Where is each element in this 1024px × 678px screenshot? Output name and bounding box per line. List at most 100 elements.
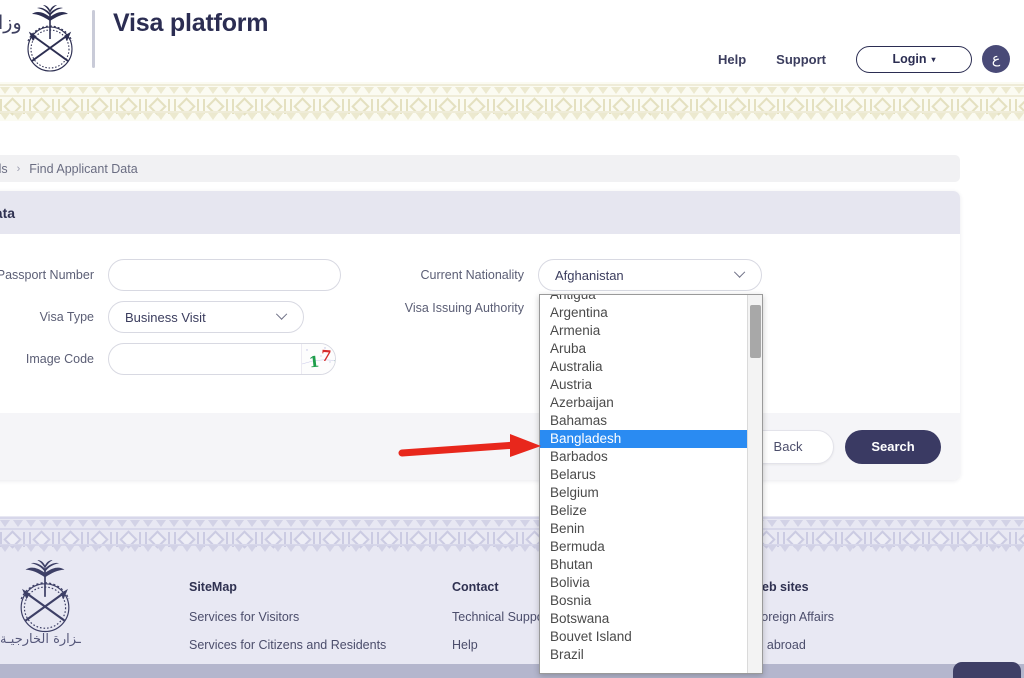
ornament-triangle <box>1001 113 1011 120</box>
ornament-triangle <box>0 520 10 527</box>
ornament-triangle <box>156 87 166 94</box>
ornament-triangle <box>195 113 205 120</box>
dropdown-option[interactable]: Austria <box>540 376 747 394</box>
ornament-triangle <box>338 545 348 552</box>
ornament-triangle <box>312 87 322 94</box>
ornament-triangle <box>416 113 426 120</box>
help-link[interactable]: Help <box>718 52 746 67</box>
dropdown-option[interactable]: Bouvet Island <box>540 628 747 646</box>
dropdown-option[interactable]: Bahamas <box>540 412 747 430</box>
current-nationality-select[interactable]: Afghanistan <box>538 259 762 291</box>
nationality-dropdown-list[interactable]: Antigua Argentina Armenia Aruba Australia Aus… <box>539 294 763 674</box>
dropdown-option[interactable]: Australia <box>540 358 747 376</box>
ornament-triangle <box>403 87 413 94</box>
ornament-triangle <box>962 545 972 552</box>
dropdown-option[interactable]: Bermuda <box>540 538 747 556</box>
chat-widget-button[interactable] <box>953 662 1021 678</box>
ornament-triangle <box>312 520 322 527</box>
ornament-triangle <box>39 113 49 120</box>
ornament-triangle <box>806 520 816 527</box>
ornament-triangle <box>949 87 959 94</box>
footer-link[interactable]: Services for Visitors <box>189 610 386 624</box>
ornament-triangles-bottom <box>0 520 1024 527</box>
breadcrumb-parent[interactable]: ndividuals <box>0 162 8 176</box>
ornament-triangle <box>195 520 205 527</box>
ornament-triangle <box>546 87 556 94</box>
ornament-triangle <box>104 87 114 94</box>
ornament-triangle <box>65 520 75 527</box>
ornament-triangle <box>962 87 972 94</box>
captcha-digit-1: 1 <box>307 352 321 372</box>
ornament-triangle <box>494 545 504 552</box>
visa-type-select[interactable]: Business Visit <box>108 301 304 333</box>
ornament-triangle <box>0 113 10 120</box>
ornament-triangle <box>26 113 36 120</box>
captcha-digit-3: 4 <box>333 349 336 369</box>
dropdown-option[interactable]: Armenia <box>540 322 747 340</box>
ornament-triangle <box>494 520 504 527</box>
dropdown-option[interactable]: Bosnia <box>540 592 747 610</box>
footer-link[interactable]: Help <box>452 638 544 652</box>
ornament-triangle <box>351 520 361 527</box>
ornament-triangle <box>897 113 907 120</box>
ornament-triangle <box>325 113 335 120</box>
ornament-triangle <box>481 87 491 94</box>
ornament-triangle <box>507 545 517 552</box>
ornament-triangle <box>377 87 387 94</box>
avatar[interactable]: ع <box>982 45 1010 73</box>
ornament-triangle <box>1014 87 1024 94</box>
ornament-triangle <box>338 113 348 120</box>
footer-link[interactable]: Services for Citizens and Residents <box>189 638 386 652</box>
captcha-digit-2: 7 <box>320 346 333 366</box>
dropdown-option[interactable]: Aruba <box>540 340 747 358</box>
ornament-triangle <box>806 87 816 94</box>
ornament-triangle <box>988 113 998 120</box>
support-link[interactable]: Support <box>776 52 826 67</box>
ornament-triangle <box>39 87 49 94</box>
dropdown-option[interactable]: Bhutan <box>540 556 747 574</box>
ornament-triangle <box>741 113 751 120</box>
ornament-triangle <box>871 545 881 552</box>
field-current-nationality: Current Nationality Afghanistan <box>358 259 762 291</box>
dropdown-option[interactable]: Belgium <box>540 484 747 502</box>
ornament-triangle <box>338 87 348 94</box>
dropdown-option[interactable]: Antigua <box>540 295 747 304</box>
ornament-triangle <box>195 545 205 552</box>
dropdown-scrollbar[interactable] <box>747 295 762 673</box>
ornament-triangle <box>819 520 829 527</box>
ornament-triangle <box>377 520 387 527</box>
ornament-triangle <box>260 113 270 120</box>
dropdown-option[interactable]: Barbados <box>540 448 747 466</box>
dropdown-option[interactable]: Belarus <box>540 466 747 484</box>
footer-link[interactable]: Technical Suppo <box>452 610 544 624</box>
ornament-triangle <box>169 113 179 120</box>
login-button[interactable]: Login ▾ <box>856 45 972 73</box>
ornament-triangle <box>780 87 790 94</box>
image-code-input[interactable] <box>109 344 301 374</box>
ornament-triangle <box>78 87 88 94</box>
ornament-triangle <box>832 545 842 552</box>
ornament-triangle <box>1014 113 1024 120</box>
dropdown-option[interactable]: Bolivia <box>540 574 747 592</box>
ornament-triangle <box>442 113 452 120</box>
search-button[interactable]: Search <box>845 429 941 464</box>
page-title: Visa platform <box>113 9 269 37</box>
ornament-triangle <box>26 545 36 552</box>
login-button-label: Login <box>892 52 927 66</box>
dropdown-scrollbar-thumb[interactable] <box>750 305 761 358</box>
ornament-triangle <box>182 87 192 94</box>
dropdown-option[interactable]: Azerbaijan <box>540 394 747 412</box>
ornament-triangle <box>845 520 855 527</box>
ornament-triangle <box>234 113 244 120</box>
dropdown-option[interactable]: Belize <box>540 502 747 520</box>
dropdown-option[interactable]: Botswana <box>540 610 747 628</box>
dropdown-option[interactable]: Argentina <box>540 304 747 322</box>
ornament-triangle <box>117 87 127 94</box>
dropdown-option[interactable]: Bangladesh <box>540 430 747 448</box>
passport-number-input[interactable] <box>108 259 341 291</box>
ornament-triangle <box>221 113 231 120</box>
ornament-triangle <box>221 520 231 527</box>
ornament-triangle <box>650 113 660 120</box>
dropdown-option[interactable]: Benin <box>540 520 747 538</box>
dropdown-option[interactable]: Brazil <box>540 646 747 664</box>
